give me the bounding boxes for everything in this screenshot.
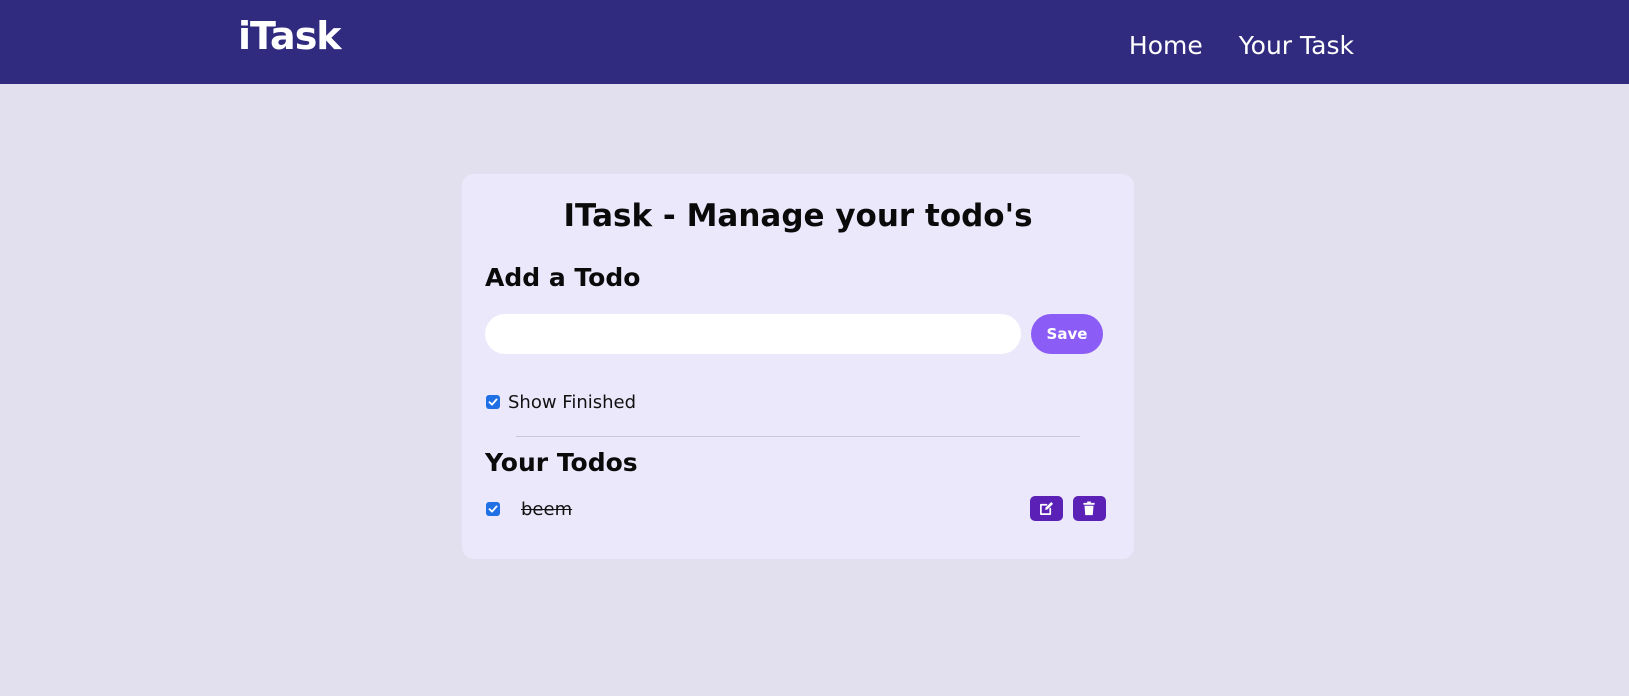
show-finished-label: Show Finished xyxy=(508,392,637,413)
save-button[interactable]: Save xyxy=(1031,314,1103,354)
delete-button[interactable] xyxy=(1073,496,1106,521)
todo-input[interactable] xyxy=(485,314,1021,354)
nav-link-home[interactable]: Home xyxy=(1129,31,1203,60)
edit-button[interactable] xyxy=(1030,496,1063,521)
trash-icon xyxy=(1083,501,1095,516)
add-todo-heading: Add a Todo xyxy=(485,263,641,292)
nav-links: Home Your Task xyxy=(1129,31,1354,60)
nav-link-your-task[interactable]: Your Task xyxy=(1239,31,1354,60)
check-icon xyxy=(488,505,498,513)
todo-card: ITask - Manage your todo's Add a Todo Sa… xyxy=(462,174,1134,559)
navbar: iTask Home Your Task xyxy=(0,0,1629,84)
page-title: ITask - Manage your todo's xyxy=(563,198,1033,234)
todo-complete-checkbox[interactable] xyxy=(486,502,500,516)
brand-logo[interactable]: iTask xyxy=(238,14,342,58)
your-todos-heading: Your Todos xyxy=(485,448,638,477)
divider xyxy=(516,436,1080,437)
check-icon xyxy=(488,398,498,406)
edit-icon xyxy=(1040,501,1054,515)
show-finished-checkbox[interactable] xyxy=(486,395,500,409)
todo-text: beem xyxy=(521,499,573,520)
